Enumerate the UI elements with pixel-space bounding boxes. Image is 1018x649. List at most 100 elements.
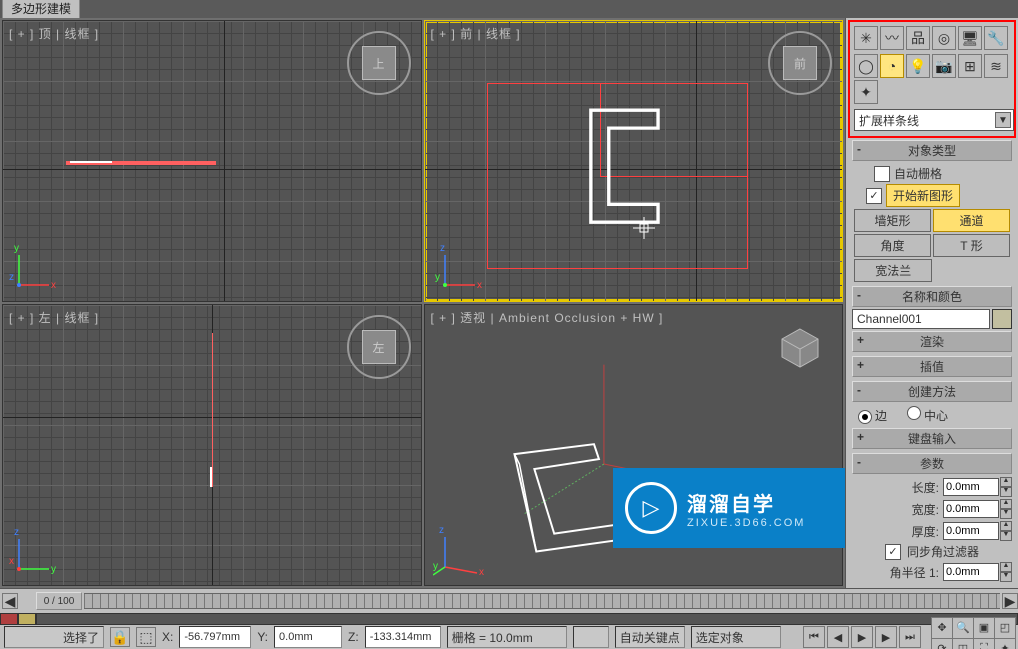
y-label: Y:: [257, 630, 268, 644]
timeline-next-icon[interactable]: ▶: [1002, 593, 1018, 609]
viewport-label[interactable]: [ + ] 前 | 线框 ]: [431, 25, 521, 42]
spin-up-icon[interactable]: ▲: [1000, 562, 1012, 572]
rollout-parameters[interactable]: - 参数: [852, 453, 1012, 474]
walk-icon[interactable]: ✦: [994, 638, 1016, 649]
cameras-icon[interactable]: 📷: [932, 54, 956, 78]
next-frame-icon[interactable]: ▶: [875, 626, 897, 648]
hierarchy-tab-icon[interactable]: 品: [906, 26, 930, 50]
timeline-prev-icon[interactable]: ◀: [2, 593, 18, 609]
zoom-icon[interactable]: 🔍: [952, 617, 974, 639]
tab-polygon-modeling[interactable]: 多边形建模: [2, 0, 80, 18]
viewport-label[interactable]: [ + ] 顶 | 线框 ]: [9, 25, 99, 42]
create-category-icons: ◯ ◔ 💡 📷 ⊞ ≋ ✦: [852, 52, 1012, 106]
display-tab-icon[interactable]: 🖥: [958, 26, 982, 50]
begin-new-shape-button[interactable]: 开始新图形: [886, 184, 960, 207]
track-toggle-2[interactable]: [18, 613, 36, 625]
spin-down-icon[interactable]: ▼: [1000, 487, 1012, 497]
time-slider[interactable]: 0 / 100: [36, 592, 82, 610]
spacewarps-icon[interactable]: ≋: [984, 54, 1008, 78]
autogrid-checkbox[interactable]: [874, 166, 890, 182]
corner-radius-spinner[interactable]: ▲▼: [943, 562, 1012, 582]
object-color-swatch[interactable]: [992, 309, 1012, 329]
helpers-icon[interactable]: ⊞: [958, 54, 982, 78]
track-toggle-1[interactable]: [0, 613, 18, 625]
rollout-name-color[interactable]: - 名称和颜色: [852, 286, 1012, 307]
zoom-region-icon[interactable]: ◰: [994, 617, 1016, 639]
length-spinner[interactable]: ▲▼: [943, 477, 1012, 497]
key-filter[interactable]: 选定对象: [691, 626, 781, 648]
z-coord-input[interactable]: -133.314mm: [365, 626, 441, 648]
systems-icon[interactable]: ✦: [854, 80, 878, 104]
axis-h: [3, 169, 421, 170]
rollout-creation-method[interactable]: - 创建方法: [852, 381, 1012, 402]
z-label: Z:: [348, 630, 359, 644]
wall-rectangle-button[interactable]: 墙矩形: [854, 209, 931, 232]
selected-label: 选择了: [63, 629, 99, 646]
rollout-render[interactable]: + 渲染: [852, 331, 1012, 352]
orbit-icon[interactable]: ⟳: [931, 638, 953, 649]
shape-category-dropdown[interactable]: 扩展样条线 ▼: [854, 109, 1014, 131]
spin-up-icon[interactable]: ▲: [1000, 499, 1012, 509]
length-input[interactable]: [943, 478, 999, 496]
zoom-extents-icon[interactable]: ▣: [973, 617, 995, 639]
lock-icon[interactable]: 🔒: [110, 627, 130, 647]
edge-radio[interactable]: [858, 410, 872, 424]
utilities-tab-icon[interactable]: 🔧: [984, 26, 1008, 50]
object-name-input[interactable]: Channel001: [852, 309, 990, 329]
corner-radius-input[interactable]: [943, 563, 999, 581]
svg-text:x: x: [479, 567, 484, 578]
modify-tab-icon[interactable]: 〰: [880, 26, 904, 50]
thickness-label: 厚度:: [912, 523, 939, 540]
viewcube[interactable]: 左: [355, 323, 403, 371]
maximize-viewport-icon[interactable]: ⛶: [973, 638, 995, 649]
viewcube[interactable]: 上: [355, 39, 403, 87]
begin-new-shape-checkbox[interactable]: ✓: [866, 188, 882, 204]
fov-icon[interactable]: ◫: [952, 638, 974, 649]
auto-key-button[interactable]: 自动关键点: [615, 626, 685, 648]
goto-start-icon[interactable]: ⏮: [803, 626, 825, 648]
thickness-spinner[interactable]: ▲▼: [943, 521, 1012, 541]
channel-button[interactable]: 通道: [933, 209, 1010, 232]
create-tab-icon[interactable]: ✳: [854, 26, 878, 50]
tee-button[interactable]: T 形: [933, 234, 1010, 257]
geometry-icon[interactable]: ◯: [854, 54, 878, 78]
y-coord-input[interactable]: 0.0mm: [274, 626, 342, 648]
transform-typein-icon[interactable]: ⬚: [136, 627, 156, 647]
play-icon[interactable]: ▶: [851, 626, 873, 648]
viewcube[interactable]: [776, 323, 824, 371]
shapes-icon[interactable]: ◔: [880, 54, 904, 78]
spin-down-icon[interactable]: ▼: [1000, 572, 1012, 582]
time-ruler[interactable]: [84, 593, 1000, 609]
svg-text:y: y: [14, 243, 19, 254]
lights-icon[interactable]: 💡: [906, 54, 930, 78]
sync-corner-filter-checkbox[interactable]: ✓: [885, 544, 901, 560]
viewport-front[interactable]: [ + ] 前 | 线框 ] 前 x: [424, 20, 844, 302]
center-radio[interactable]: [907, 406, 921, 420]
motion-tab-icon[interactable]: ◎: [932, 26, 956, 50]
track-bar[interactable]: [36, 613, 1018, 625]
rollout-keyboard-entry[interactable]: + 键盘输入: [852, 428, 1012, 449]
spin-up-icon[interactable]: ▲: [1000, 477, 1012, 487]
thickness-input[interactable]: [943, 522, 999, 540]
wide-flange-button[interactable]: 宽法兰: [854, 259, 932, 282]
x-coord-input[interactable]: -56.797mm: [179, 626, 251, 648]
angle-button[interactable]: 角度: [854, 234, 931, 257]
spin-down-icon[interactable]: ▼: [1000, 531, 1012, 541]
viewport-left[interactable]: [ + ] 左 | 线框 ] 左 y z x: [2, 304, 422, 586]
goto-end-icon[interactable]: ⏭: [899, 626, 921, 648]
viewport-label[interactable]: [ + ] 透视 | Ambient Occlusion + HW ]: [431, 309, 664, 326]
viewport-label[interactable]: [ + ] 左 | 线框 ]: [9, 309, 99, 326]
viewcube[interactable]: 前: [776, 39, 824, 87]
rollout-title: 参数: [920, 457, 944, 471]
viewport-container: [ + ] 顶 | 线框 ] 上 x y z: [0, 18, 845, 588]
rollout-interpolation[interactable]: + 插值: [852, 356, 1012, 377]
pan-icon[interactable]: ✥: [931, 617, 953, 639]
prev-frame-icon[interactable]: ◀: [827, 626, 849, 648]
channel-shape: [566, 99, 683, 233]
spin-up-icon[interactable]: ▲: [1000, 521, 1012, 531]
viewport-top[interactable]: [ + ] 顶 | 线框 ] 上 x y z: [2, 20, 422, 302]
width-input[interactable]: [943, 500, 999, 518]
rollout-object-type[interactable]: - 对象类型: [852, 140, 1012, 161]
width-spinner[interactable]: ▲▼: [943, 499, 1012, 519]
spin-down-icon[interactable]: ▼: [1000, 509, 1012, 519]
